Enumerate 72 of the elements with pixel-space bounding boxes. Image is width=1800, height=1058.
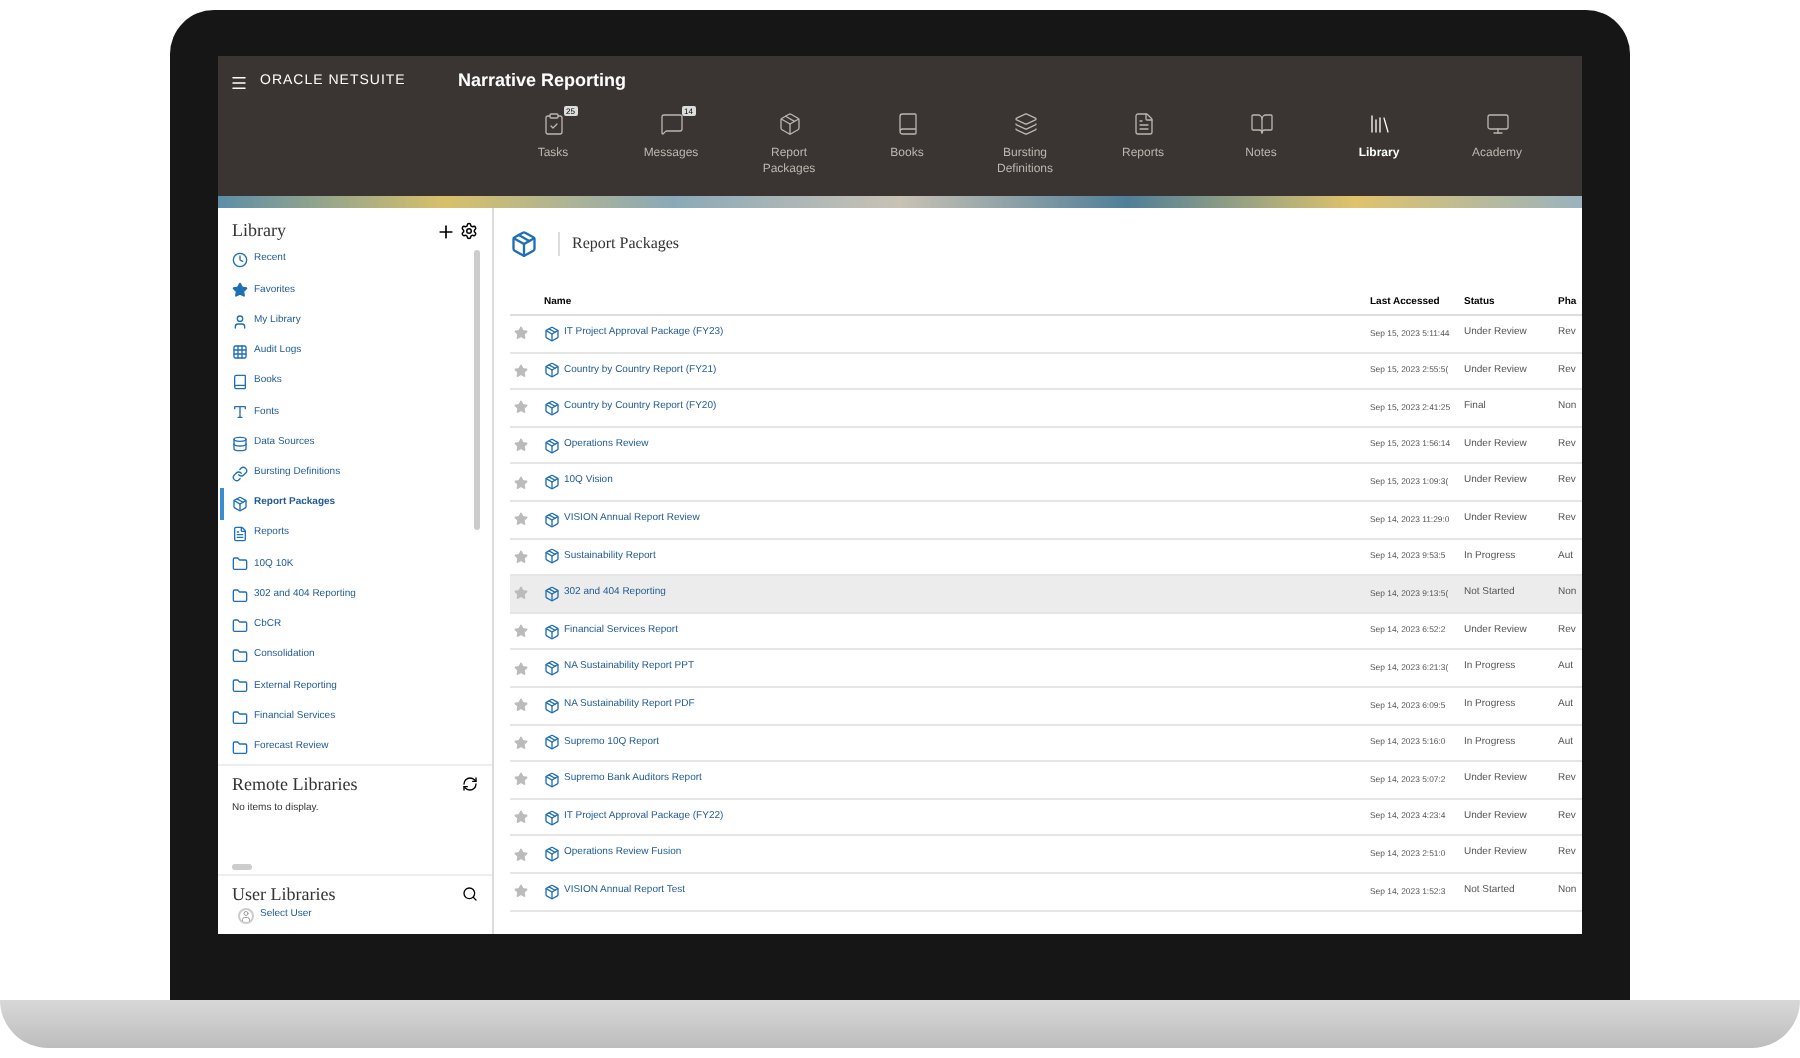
report-icon: [232, 526, 248, 543]
star-icon[interactable]: [514, 326, 528, 341]
folder-icon: [232, 709, 248, 726]
folder-icon: [232, 739, 248, 756]
user-icon: [238, 908, 254, 924]
font-icon: [232, 404, 248, 421]
nav-icon: [1367, 112, 1391, 136]
star-icon[interactable]: [514, 735, 528, 750]
report-package-icon: [544, 697, 560, 714]
folder-icon: [232, 678, 248, 695]
star-icon[interactable]: [514, 698, 528, 713]
folder-icon: [232, 556, 248, 573]
nav-icon: [1485, 112, 1509, 136]
scrollbar[interactable]: [474, 249, 480, 529]
nav-icon: [895, 112, 919, 136]
report-package-icon: [544, 474, 560, 491]
star-icon[interactable]: [514, 512, 528, 527]
menu-icon[interactable]: [230, 73, 248, 91]
report-package-icon: [544, 846, 560, 863]
folder-icon: [232, 617, 248, 634]
report-package-icon: [544, 660, 560, 677]
nav-icon: [541, 112, 565, 136]
star-icon[interactable]: [514, 549, 528, 564]
panel-title: Library: [232, 218, 286, 244]
search-icon[interactable]: [462, 886, 478, 903]
report-package-icon: [544, 325, 560, 342]
star-icon[interactable]: [514, 624, 528, 639]
panel-title: Remote Libraries: [232, 771, 358, 797]
report-package-icon: [544, 734, 560, 751]
star-icon[interactable]: [514, 586, 528, 601]
star-icon[interactable]: [514, 661, 528, 676]
user-icon: [232, 313, 248, 330]
report-package-icon: [510, 229, 538, 257]
report-package-icon: [544, 771, 560, 788]
star-icon[interactable]: [514, 810, 528, 825]
favorites-icon: [232, 282, 248, 299]
report-package-icon: [544, 809, 560, 826]
star-icon[interactable]: [514, 847, 528, 862]
star-icon[interactable]: [514, 475, 528, 490]
report-package-icon: [544, 585, 560, 602]
app-title: Narrative Reporting: [458, 68, 627, 95]
refresh-icon[interactable]: [462, 776, 478, 793]
report-package-icon: [544, 437, 560, 454]
folder-icon: [232, 648, 248, 665]
star-icon[interactable]: [514, 363, 528, 378]
star-icon[interactable]: [514, 884, 528, 899]
report-package-icon: [544, 362, 560, 379]
link-icon: [232, 465, 248, 482]
grid-icon: [232, 343, 248, 360]
add-icon[interactable]: [436, 221, 456, 242]
settings-icon[interactable]: [460, 221, 478, 240]
star-icon[interactable]: [514, 772, 528, 787]
nav-icon: [1131, 112, 1155, 136]
star-icon[interactable]: [514, 400, 528, 415]
page-title: Report Packages: [558, 231, 680, 255]
nav-icon: [1249, 112, 1273, 136]
folder-icon: [232, 587, 248, 604]
report-package-icon: [544, 623, 560, 640]
report-package-icon: [544, 511, 560, 528]
database-icon: [232, 435, 248, 452]
nav-icon: [659, 112, 683, 136]
nav-icon: [1013, 112, 1037, 136]
panel-title: User Libraries: [232, 881, 336, 907]
book-icon: [232, 374, 248, 391]
recent-icon: [232, 252, 248, 269]
report-package-icon: [544, 399, 560, 416]
report-package-icon: [544, 883, 560, 900]
report-package-icon: [544, 548, 560, 565]
horizontal-scrollbar[interactable]: [232, 863, 252, 869]
nav-icon: [777, 112, 801, 136]
star-icon[interactable]: [514, 438, 528, 453]
package-icon: [232, 495, 248, 512]
